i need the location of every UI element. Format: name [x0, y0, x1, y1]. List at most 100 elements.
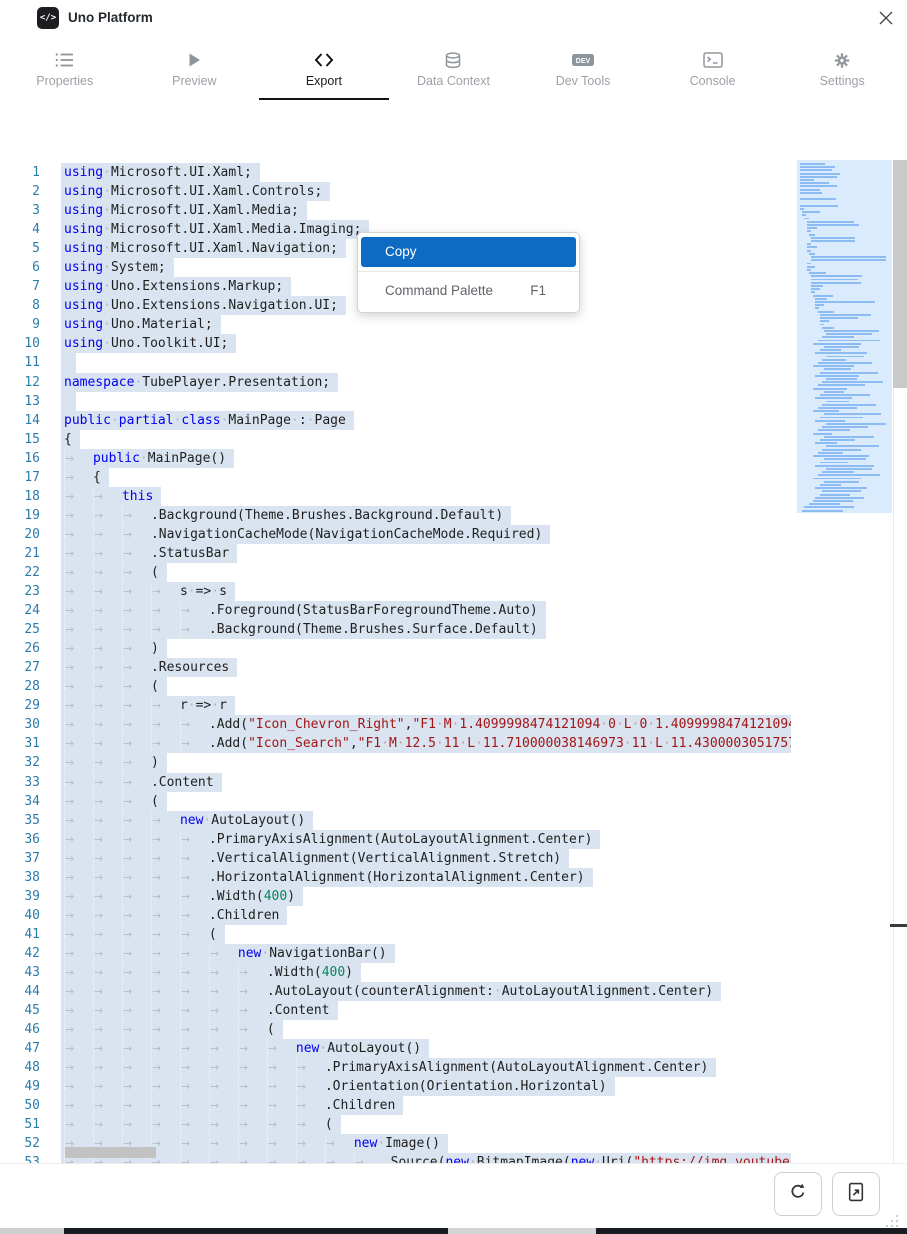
vertical-scrollbar-thumb[interactable]: [893, 160, 907, 388]
editor-bottom-divider: [0, 1163, 907, 1164]
uno-platform-window: </> Uno Platform PropertiesPreviewExport…: [0, 0, 907, 1234]
selected-code-text: →→→.NavigationCacheMode(NavigationCacheM…: [61, 525, 550, 544]
line-number: 10: [0, 334, 40, 353]
line-number: 12: [0, 373, 40, 392]
selected-code-text: public·partial·class·MainPage·:·Page: [61, 411, 354, 430]
context-menu: Copy Command Palette F1: [357, 232, 580, 313]
menu-shortcut: F1: [530, 276, 546, 306]
line-number: 13: [0, 392, 40, 411]
selected-code-text: using·Uno.Extensions.Navigation.UI;: [61, 296, 346, 315]
minimap-line: [811, 285, 823, 287]
tab-export[interactable]: Export: [259, 36, 389, 100]
minimap-line: [811, 288, 820, 290]
minimap-line: [822, 471, 854, 473]
selected-code-text: using·Microsoft.UI.Xaml.Media;: [61, 201, 307, 220]
selected-code-text: →→→→→.Background(Theme.Brushes.Surface.D…: [61, 620, 546, 639]
line-number: 29: [0, 696, 40, 715]
minimap-line: [824, 391, 844, 393]
minimap-line: [824, 436, 873, 438]
resize-grip[interactable]: [886, 1215, 898, 1227]
tab-preview[interactable]: Preview: [130, 36, 260, 100]
selected-code-text: {: [61, 430, 80, 449]
selected-code-text: →→→(: [61, 563, 167, 582]
code-line: 27→→→.Resources: [0, 658, 791, 677]
export-file-button[interactable]: [832, 1172, 880, 1216]
minimap-line: [800, 192, 822, 194]
selected-code-text: →→→→→→→.Width(400): [61, 963, 361, 982]
minimap-line: [807, 269, 811, 271]
minimap-line: [800, 179, 814, 181]
horizontal-scrollbar-thumb[interactable]: [65, 1147, 156, 1158]
tab-console[interactable]: Console: [648, 36, 778, 100]
code-line: 11: [0, 353, 791, 372]
code-line: 26→→→): [0, 639, 791, 658]
minimap-line: [818, 429, 851, 431]
minimap-line: [815, 420, 844, 422]
bottom-bar-segment: [596, 1228, 907, 1234]
minimap-line: [822, 449, 861, 451]
line-number: 33: [0, 773, 40, 792]
selected-code-text: →→→(: [61, 677, 167, 696]
minimap-line: [826, 468, 871, 470]
line-number: 6: [0, 258, 40, 277]
tab-data-context[interactable]: Data Context: [389, 36, 519, 100]
gear-icon: [833, 51, 851, 69]
minimap-line: [820, 320, 829, 322]
code-line: 17→{: [0, 468, 791, 487]
minimap-line: [800, 205, 838, 207]
minimap-line: [826, 423, 886, 425]
tab-properties[interactable]: Properties: [0, 36, 130, 100]
minimap-line: [822, 359, 846, 361]
selected-code-text: →→→→→→→→new·AutoLayout(): [61, 1039, 429, 1058]
minimap-line: [804, 218, 808, 220]
tab-label: Preview: [172, 74, 216, 88]
selected-code-text: →→→→→.Width(400): [61, 887, 303, 906]
line-number: 14: [0, 411, 40, 430]
refresh-button[interactable]: [774, 1172, 822, 1216]
code-line: 29→→→→r·=>·r: [0, 696, 791, 715]
minimap-line: [807, 246, 818, 248]
minimap-line: [807, 243, 811, 245]
code-line: 50→→→→→→→→→.Children: [0, 1096, 791, 1115]
line-number: 1: [0, 163, 40, 182]
minimap-line: [820, 349, 841, 351]
selected-code-text: using·Uno.Material;: [61, 315, 221, 334]
close-icon[interactable]: [877, 9, 895, 27]
minimap-line: [800, 208, 804, 210]
selected-code-text: namespace·TubePlayer.Presentation;: [61, 373, 338, 392]
minimap[interactable]: [797, 160, 892, 513]
selected-code-text: →→→→→.Foreground(StatusBarForegroundThem…: [61, 601, 546, 620]
line-number: 32: [0, 753, 40, 772]
selected-code-text: →→→→s·=>·s: [61, 582, 235, 601]
minimap-line: [800, 169, 832, 171]
line-number: 37: [0, 849, 40, 868]
minimap-line: [822, 404, 876, 406]
uno-logo-icon: </>: [37, 7, 59, 29]
minimap-line: [826, 356, 864, 358]
code-line: 9 using·Uno.Material;: [0, 315, 791, 334]
line-number: 9: [0, 315, 40, 334]
tab-dev-tools[interactable]: DEVDev Tools: [518, 36, 648, 100]
minimap-line: [818, 384, 865, 386]
selected-code-text: →→→): [61, 753, 167, 772]
selected-code-text: →→→.Content: [61, 773, 222, 792]
line-number: 27: [0, 658, 40, 677]
tab-settings[interactable]: Settings: [777, 36, 907, 100]
code-icon: [314, 51, 334, 69]
selected-code-text: using·Microsoft.UI.Xaml.Media.Imaging;: [61, 220, 369, 239]
minimap-line: [807, 227, 818, 229]
code-line: 51→→→→→→→→→(: [0, 1115, 791, 1134]
overview-ruler-mark: [890, 924, 907, 927]
minimap-line: [818, 407, 858, 409]
code-line: 43→→→→→→→.Width(400): [0, 963, 791, 982]
minimap-line: [824, 330, 879, 332]
minimap-line: [826, 445, 879, 447]
minimap-line: [800, 166, 835, 168]
minimap-line: [807, 263, 811, 265]
menu-item-copy[interactable]: Copy: [361, 237, 576, 267]
minimap-line: [811, 256, 886, 258]
selected-code-text: →{: [61, 468, 109, 487]
minimap-line: [826, 333, 871, 335]
code-line: 3using·Microsoft.UI.Xaml.Media;: [0, 201, 791, 220]
menu-item-command-palette[interactable]: Command Palette F1: [361, 276, 576, 306]
